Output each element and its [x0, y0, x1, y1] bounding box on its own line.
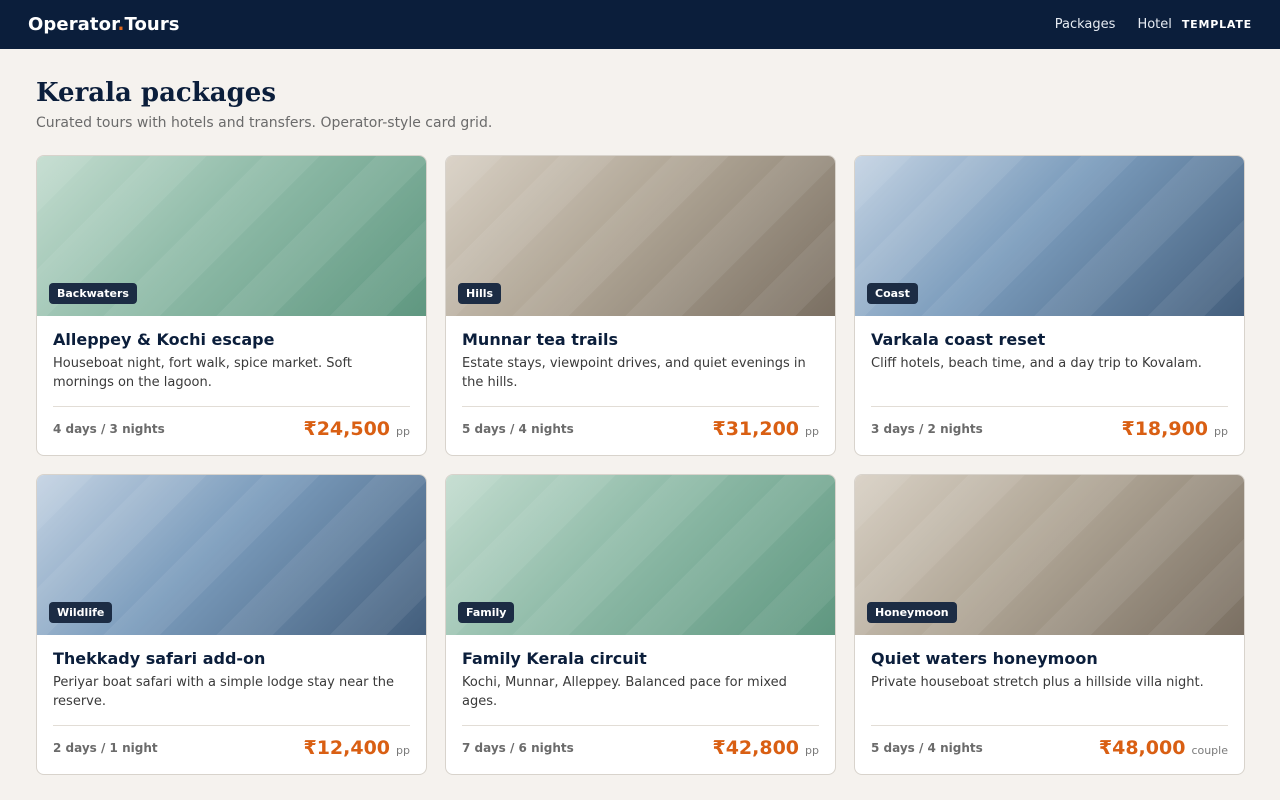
price-unit: pp [1214, 425, 1228, 438]
package-title[interactable]: Alleppey & Kochi escape [53, 330, 410, 350]
main-content: Kerala packages Curated tours with hotel… [0, 49, 1280, 775]
package-price-group: ₹42,800 pp [712, 737, 819, 759]
brand-logo[interactable]: Operator.Tours [28, 14, 180, 35]
package-duration: 3 days / 2 nights [871, 422, 983, 436]
package-price: ₹18,900 [1121, 418, 1209, 440]
package-category-tag: Honeymoon [867, 602, 957, 623]
package-category-tag: Wildlife [49, 602, 113, 623]
package-thumbnail: Backwaters [37, 156, 426, 316]
package-description: Periyar boat safari with a simple lodge … [53, 675, 394, 709]
package-footer: 5 days / 4 nights ₹31,200 pp [462, 406, 819, 451]
package-price: ₹31,200 [712, 418, 800, 440]
package-category-tag: Coast [867, 283, 918, 304]
package-price-group: ₹12,400 pp [303, 737, 410, 759]
package-card[interactable]: Wildlife Thekkady safari add-on Periyar … [36, 474, 427, 775]
price-unit: pp [396, 425, 410, 438]
package-price-group: ₹18,900 pp [1121, 418, 1228, 440]
package-price: ₹24,500 [303, 418, 391, 440]
package-footer: 7 days / 6 nights ₹42,800 pp [462, 725, 819, 770]
package-description: Kochi, Munnar, Alleppey. Balanced pace f… [462, 675, 787, 709]
price-unit: pp [805, 744, 819, 757]
package-price-group: ₹24,500 pp [303, 418, 410, 440]
package-title[interactable]: Quiet waters honeymoon [871, 649, 1228, 669]
page-title: Kerala packages [36, 78, 276, 108]
price-unit: pp [805, 425, 819, 438]
package-description: Cliff hotels, beach time, and a day trip… [871, 356, 1202, 371]
package-card[interactable]: Hills Munnar tea trails Estate stays, vi… [445, 155, 836, 456]
package-thumbnail: Honeymoon [855, 475, 1244, 635]
main-nav: Packages Hotel TEMPLATE [1033, 17, 1252, 32]
package-thumbnail: Wildlife [37, 475, 426, 635]
package-description: Estate stays, viewpoint drives, and quie… [462, 356, 806, 390]
package-card[interactable]: Coast Varkala coast reset Cliff hotels, … [854, 155, 1245, 456]
package-category-tag: Hills [458, 283, 502, 304]
brand-name-part2: Tours [124, 14, 180, 35]
package-price: ₹48,000 [1098, 737, 1186, 759]
template-badge: TEMPLATE [1181, 18, 1252, 31]
package-card[interactable]: Honeymoon Quiet waters honeymoon Private… [854, 474, 1245, 775]
package-footer: 3 days / 2 nights ₹18,900 pp [871, 406, 1228, 451]
package-thumbnail: Hills [446, 156, 835, 316]
package-price: ₹42,800 [712, 737, 800, 759]
page-subtitle: Curated tours with hotels and transfers.… [36, 115, 493, 131]
package-title[interactable]: Family Kerala circuit [462, 649, 819, 669]
package-title[interactable]: Thekkady safari add-on [53, 649, 410, 669]
price-unit: couple [1191, 744, 1228, 757]
package-title[interactable]: Varkala coast reset [871, 330, 1228, 350]
package-category-tag: Family [458, 602, 515, 623]
package-duration: 2 days / 1 night [53, 741, 158, 755]
package-duration: 4 days / 3 nights [53, 422, 165, 436]
package-card[interactable]: Family Family Kerala circuit Kochi, Munn… [445, 474, 836, 775]
nav-link-hotel[interactable]: Hotel [1137, 17, 1171, 32]
package-thumbnail: Coast [855, 156, 1244, 316]
package-description: Private houseboat stretch plus a hillsid… [871, 675, 1204, 690]
package-duration: 5 days / 4 nights [462, 422, 574, 436]
package-price-group: ₹31,200 pp [712, 418, 819, 440]
package-footer: 2 days / 1 night ₹12,400 pp [53, 725, 410, 770]
package-card[interactable]: Backwaters Alleppey & Kochi escape House… [36, 155, 427, 456]
package-price: ₹12,400 [303, 737, 391, 759]
package-description: Houseboat night, fort walk, spice market… [53, 356, 352, 390]
package-footer: 4 days / 3 nights ₹24,500 pp [53, 406, 410, 451]
package-price-group: ₹48,000 couple [1099, 737, 1228, 759]
package-duration: 7 days / 6 nights [462, 741, 574, 755]
package-title[interactable]: Munnar tea trails [462, 330, 819, 350]
package-category-tag: Backwaters [49, 283, 137, 304]
package-footer: 5 days / 4 nights ₹48,000 couple [871, 725, 1228, 770]
price-unit: pp [396, 744, 410, 757]
nav-link-packages[interactable]: Packages [1055, 17, 1116, 32]
package-duration: 5 days / 4 nights [871, 741, 983, 755]
top-navigation-bar: Operator.Tours Packages Hotel TEMPLATE [0, 0, 1280, 49]
package-card-grid: Backwaters Alleppey & Kochi escape House… [36, 155, 1245, 775]
brand-name-part1: Operator [28, 14, 118, 35]
package-thumbnail: Family [446, 475, 835, 635]
